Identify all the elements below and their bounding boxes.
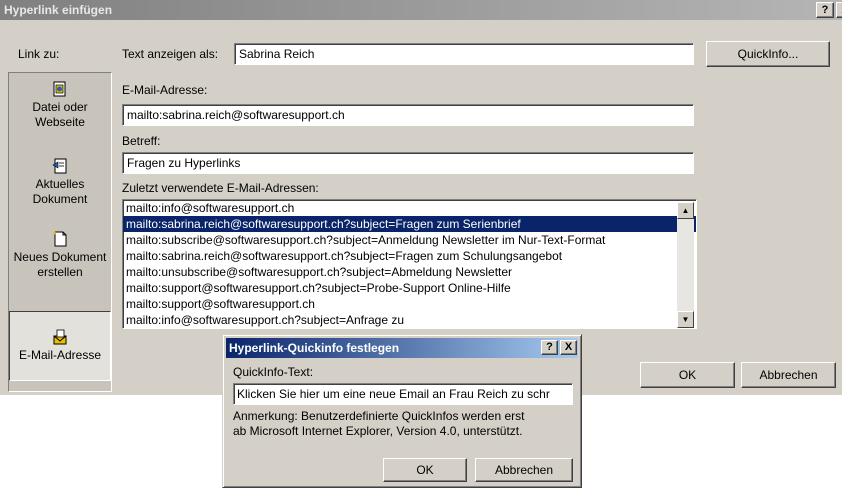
subject-label: Betreff:	[122, 134, 161, 148]
list-item[interactable]: mailto:sabrina.reich@softwaresupport.ch?…	[123, 248, 696, 264]
list-item[interactable]: mailto:info@softwaresupport.ch?subject=A…	[123, 312, 696, 328]
dialog-title: Hyperlink einfügen	[4, 3, 113, 17]
quickinfo-ok-button[interactable]: OK	[383, 458, 467, 482]
list-item[interactable]: mailto:info@softwaresupport.ch	[123, 200, 696, 216]
sidebar-item-label: E-Mail-Adresse	[18, 348, 102, 362]
subject-input[interactable]: Fragen zu Hyperlinks	[122, 152, 694, 174]
list-item[interactable]: mailto:unsubscribe@softwaresupport.ch?su…	[123, 264, 696, 280]
quickinfo-note-line1: Anmerkung: Benutzerdefinierte QuickInfos…	[233, 409, 525, 423]
sidebar-item-email[interactable]: E-Mail-Adresse	[9, 311, 111, 381]
display-text-label: Text anzeigen als:	[122, 47, 219, 61]
cancel-button[interactable]: Abbrechen	[741, 362, 836, 388]
list-item[interactable]: mailto:support@softwaresupport.ch?subjec…	[123, 280, 696, 296]
quickinfo-button[interactable]: QuickInfo...	[706, 41, 830, 67]
close-button[interactable]: X	[836, 2, 842, 18]
recent-addresses-label: Zuletzt verwendete E-Mail-Adressen:	[122, 181, 319, 195]
help-button[interactable]: ?	[816, 2, 834, 18]
scroll-up-arrow-icon[interactable]: ▲	[677, 202, 694, 219]
link-to-sidebar: Datei oder Webseite Aktuelles Dokument N…	[8, 72, 112, 392]
sidebar-item-new-document[interactable]: Neues Dokument erstellen	[9, 231, 111, 280]
quickinfo-dialog-titlebar: Hyperlink-Quickinfo festlegen	[226, 338, 578, 358]
quickinfo-note-line2: ab Microsoft Internet Explorer, Version …	[233, 424, 523, 438]
quickinfo-cancel-button[interactable]: Abbrechen	[475, 458, 573, 482]
recent-addresses-list[interactable]: mailto:info@softwaresupport.ch mailto:sa…	[122, 199, 697, 329]
sidebar-item-label: Datei oder Webseite	[32, 100, 88, 129]
quickinfo-dialog-title: Hyperlink-Quickinfo festlegen	[229, 341, 400, 355]
email-address-input[interactable]: mailto:sabrina.reich@softwaresupport.ch	[122, 104, 694, 126]
list-item-selected[interactable]: mailto:sabrina.reich@softwaresupport.ch?…	[123, 216, 696, 232]
list-item[interactable]: mailto:subscribe@softwaresupport.ch?subj…	[123, 232, 696, 248]
list-scrollbar[interactable]: ▲ ▼	[677, 202, 694, 328]
sidebar-item-current-document[interactable]: Aktuelles Dokument	[9, 158, 111, 207]
email-icon	[53, 329, 67, 345]
sidebar-item-label: Neues Dokument erstellen	[13, 250, 107, 279]
new-document-icon	[53, 231, 67, 247]
document-icon	[52, 158, 67, 174]
ok-button[interactable]: OK	[640, 362, 735, 388]
display-text-input[interactable]: Sabrina Reich	[234, 43, 694, 65]
quickinfo-help-button[interactable]: ?	[541, 340, 558, 355]
sidebar-item-web-page[interactable]: Datei oder Webseite	[9, 81, 111, 130]
quickinfo-dialog: Hyperlink-Quickinfo festlegen ? X QuickI…	[222, 334, 582, 488]
link-to-label: Link zu:	[18, 47, 60, 61]
quickinfo-text-input[interactable]: Klicken Sie hier um eine neue Email an F…	[233, 383, 573, 405]
scroll-down-arrow-icon[interactable]: ▼	[677, 311, 694, 328]
web-page-icon	[53, 81, 66, 97]
email-address-label: E-Mail-Adresse:	[122, 83, 208, 97]
dialog-titlebar: Hyperlink einfügen	[0, 0, 842, 20]
sidebar-item-label: Aktuelles Dokument	[32, 177, 88, 206]
quickinfo-close-button[interactable]: X	[560, 340, 577, 355]
list-item[interactable]: mailto:support@softwaresupport.ch	[123, 296, 696, 312]
quickinfo-text-label: QuickInfo-Text:	[233, 365, 314, 379]
